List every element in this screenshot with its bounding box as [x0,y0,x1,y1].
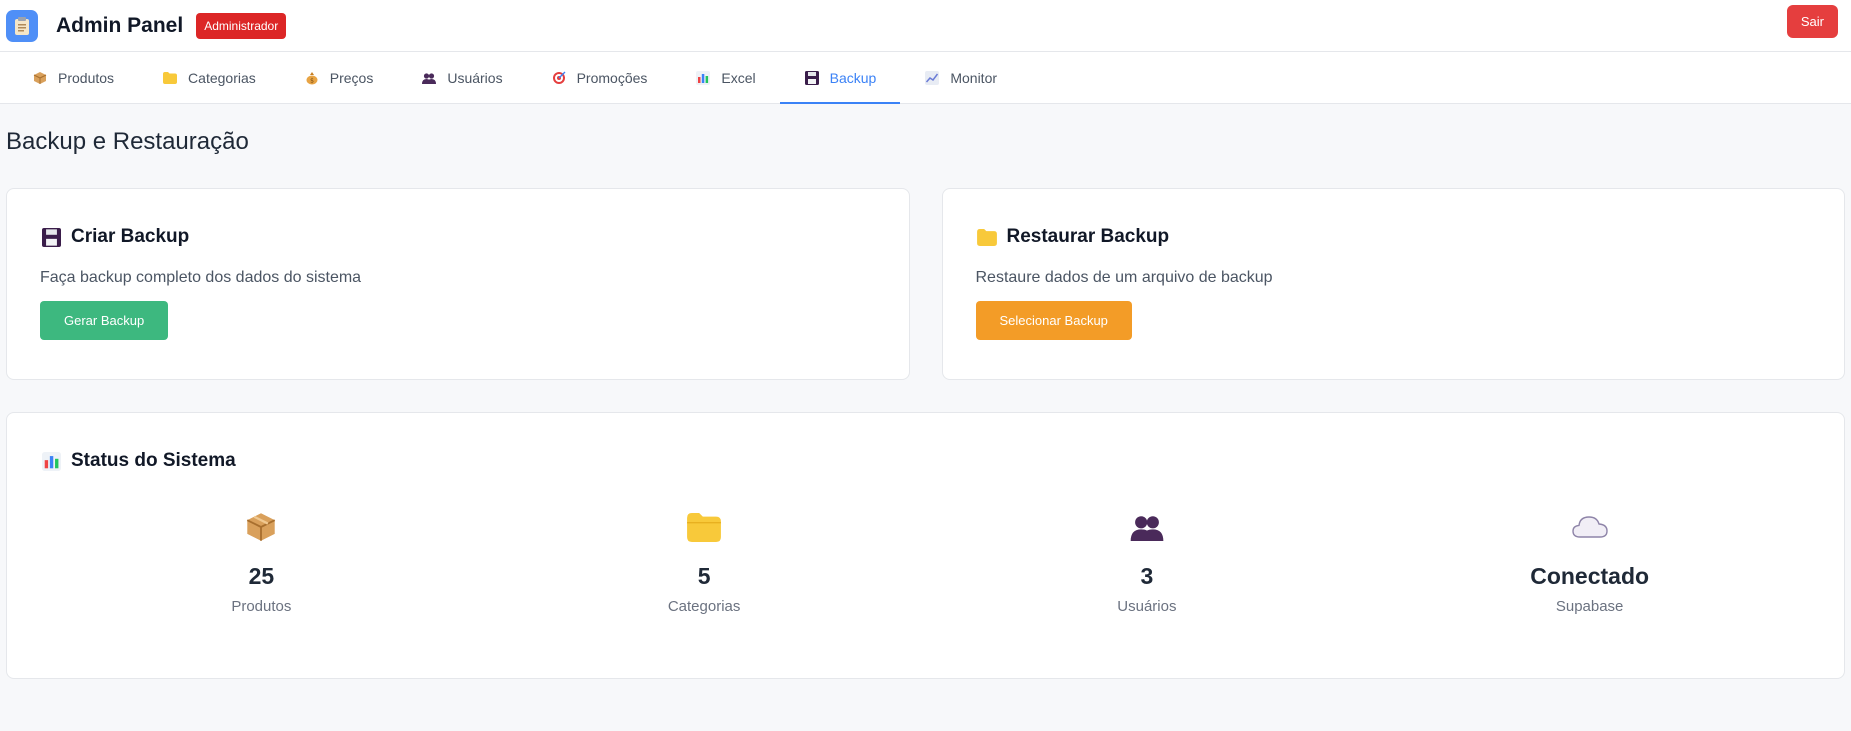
app-title: Admin Panel [56,13,184,37]
floppy-disk-icon [40,226,62,248]
logout-button[interactable]: Sair [1786,5,1838,38]
stat-supabase: Conectado Supabase [1368,507,1811,615]
stat-label: Supabase [1555,598,1624,615]
tab-usuarios[interactable]: Usuários [397,52,526,103]
create-backup-card: Criar Backup Faça backup completo dos da… [6,188,910,380]
stat-usuarios: 3 Usuários [926,507,1369,615]
stat-categorias: 5 Categorias [483,507,926,615]
create-backup-title: Criar Backup [40,223,876,251]
tab-label: Produtos [58,69,115,86]
stat-label: Produtos [231,598,292,615]
backup-cards-row: Criar Backup Faça backup completo dos da… [6,188,1845,380]
restore-backup-title: Restaurar Backup [976,223,1812,251]
stat-label: Usuários [1117,598,1177,615]
clipboard-icon [6,9,38,42]
stat-produtos: 25 Produtos [40,507,483,615]
system-status-card: Status do Sistema 25 Produtos 5 Categori… [6,412,1845,679]
tab-categorias[interactable]: Categorias [138,52,280,103]
tab-promocoes[interactable]: Promoções [527,52,672,103]
restore-backup-description: Restaure dados de um arquivo de backup [975,269,1273,286]
stat-value: 25 [248,563,275,589]
package-icon [32,70,48,86]
top-header: Admin Panel Administrador Sair [0,0,1851,52]
stat-value: 5 [697,563,711,589]
tab-label: Backup [829,69,877,86]
card-title-text: Status do Sistema [71,450,236,471]
package-icon [245,507,277,547]
create-backup-description: Faça backup completo dos dados do sistem… [40,269,362,286]
select-backup-button[interactable]: Selecionar Backup [975,301,1132,340]
target-icon [551,70,567,86]
tab-precos[interactable]: $ Preços [280,52,398,103]
card-title-text: Restaurar Backup [1006,226,1170,247]
folder-icon [162,70,178,86]
tab-label: Promoções [576,69,648,86]
folder-icon [976,226,998,248]
tab-label: Monitor [950,69,998,86]
status-stats: 25 Produtos 5 Categorias 3 Usuários Cone… [40,507,1811,615]
tab-label: Excel [721,69,756,86]
trend-chart-icon [924,70,940,86]
money-bag-icon: $ [304,70,320,86]
users-icon [421,70,437,86]
floppy-disk-icon [804,70,820,86]
system-status-title: Status do Sistema [40,447,1811,475]
tab-bar: Produtos Categorias $ Preços Usuários Pr… [0,52,1851,104]
tab-excel[interactable]: Excel [671,52,779,103]
stat-value: 3 [1140,563,1154,589]
svg-text:$: $ [310,77,314,84]
main-content: Backup e Restauração Criar Backup Faça b… [0,128,1851,679]
tab-monitor[interactable]: Monitor [900,52,1021,103]
restore-backup-card: Restaurar Backup Restaure dados de um ar… [941,188,1845,380]
role-badge: Administrador [196,12,287,39]
bar-chart-icon [40,450,62,472]
page-title: Backup e Restauração [6,128,249,155]
cloud-icon [1571,507,1608,547]
tab-label: Categorias [188,69,256,86]
bar-chart-icon [695,70,711,86]
generate-backup-button[interactable]: Gerar Backup [40,301,169,340]
tab-backup[interactable]: Backup [779,52,901,104]
tab-label: Usuários [447,69,503,86]
tab-label: Preços [329,69,374,86]
stat-value: Conectado [1530,563,1650,589]
card-title-text: Criar Backup [71,226,190,247]
tab-produtos[interactable]: Produtos [8,52,138,103]
stat-label: Categorias [667,598,741,615]
users-icon [1130,507,1164,547]
folder-icon [687,507,722,547]
